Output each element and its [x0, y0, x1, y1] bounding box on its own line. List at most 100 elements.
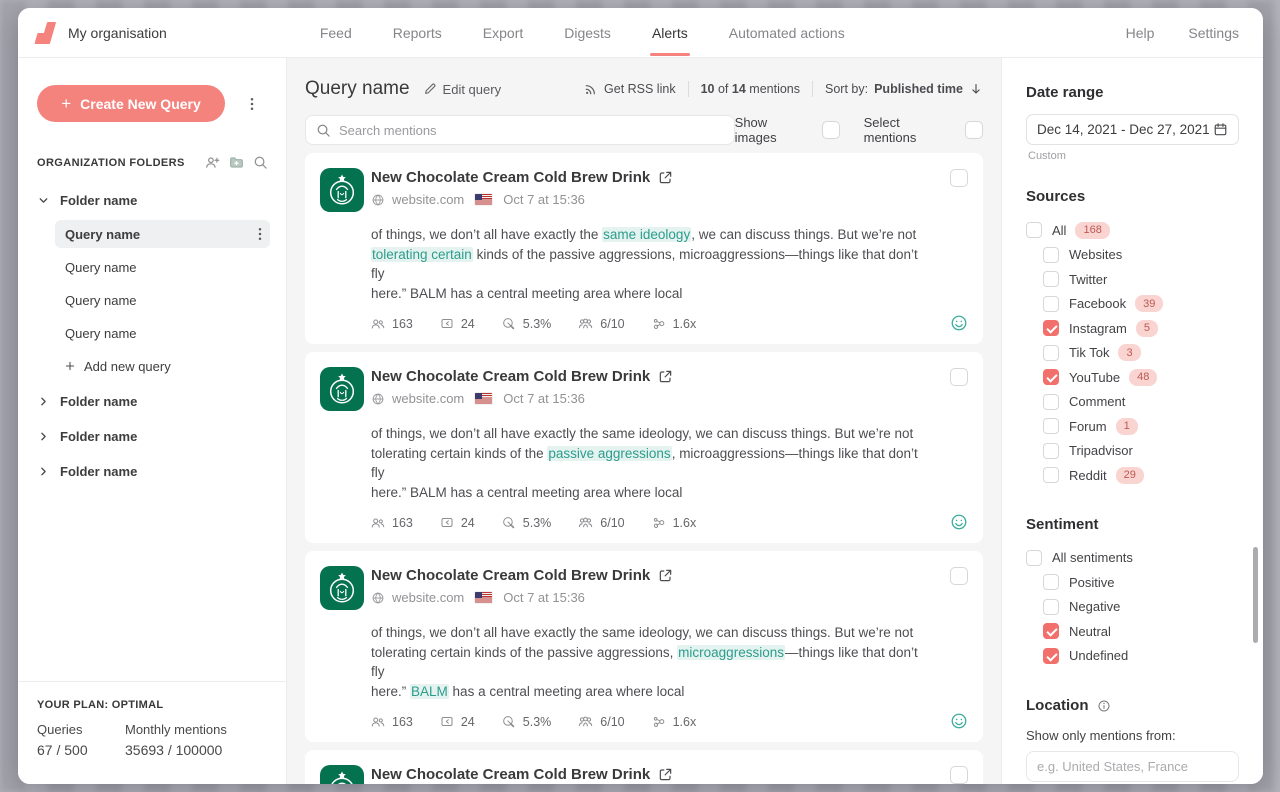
external-link-icon[interactable] — [658, 170, 673, 185]
source-reddit[interactable]: Reddit29 — [1026, 463, 1239, 488]
external-link-icon[interactable] — [658, 568, 673, 583]
folder-row-2[interactable]: Folder name — [37, 387, 268, 415]
sentiment-checkbox-neutral[interactable] — [1043, 623, 1059, 639]
source-checkbox-tripadvisor[interactable] — [1043, 443, 1059, 459]
show-images-checkbox[interactable] — [822, 121, 840, 139]
mention-card-top: New Chocolate Cream Cold Brew Drinkwebsi… — [320, 765, 968, 784]
select-mentions-checkbox[interactable] — [965, 121, 983, 139]
sentiment-positive[interactable]: Positive — [1026, 570, 1239, 595]
add-new-query-button[interactable]: Add new query — [37, 352, 268, 380]
source-websites[interactable]: Websites — [1026, 243, 1239, 268]
nav-tab-alerts[interactable]: Alerts — [650, 10, 690, 56]
external-link-icon[interactable] — [658, 767, 673, 782]
sort-by-control[interactable]: Sort by: Published time — [825, 82, 983, 96]
source-checkbox-reddit[interactable] — [1043, 467, 1059, 483]
nav-tab-export[interactable]: Export — [481, 10, 525, 56]
mention-source[interactable]: website.com — [392, 590, 464, 605]
search-mentions-input[interactable] — [339, 123, 724, 138]
mention-select-checkbox[interactable] — [950, 567, 968, 585]
mention-title[interactable]: New Chocolate Cream Cold Brew Drink — [371, 766, 650, 783]
mention-select-checkbox[interactable] — [950, 169, 968, 187]
stat-comments-value: 24 — [461, 317, 475, 331]
mention-title[interactable]: New Chocolate Cream Cold Brew Drink — [371, 368, 650, 385]
folder-row-3[interactable]: Folder name — [37, 422, 268, 450]
sentiment-smiley-icon[interactable] — [950, 712, 968, 730]
get-rss-link-button[interactable]: Get RSS link — [584, 82, 676, 96]
date-range-mode: Custom — [1028, 150, 1239, 162]
app-logo-icon[interactable] — [35, 21, 57, 45]
source-comment[interactable]: Comment — [1026, 390, 1239, 415]
mention-select-checkbox[interactable] — [950, 766, 968, 784]
text-segment: here.” BALM has a central meeting area w… — [371, 286, 682, 301]
add-folder-icon[interactable] — [229, 155, 244, 170]
info-icon[interactable] — [1097, 699, 1111, 713]
audience-icon — [371, 715, 385, 729]
sidebar-kebab-menu-icon[interactable] — [244, 96, 260, 112]
search-folders-icon[interactable] — [253, 155, 268, 170]
location-include-input[interactable] — [1037, 759, 1228, 774]
sentiment-all-sentiments[interactable]: All sentiments — [1026, 546, 1239, 571]
sentiment-checkbox-negative[interactable] — [1043, 599, 1059, 615]
source-instagram[interactable]: Instagram5 — [1026, 316, 1239, 341]
nav-tab-digests[interactable]: Digests — [562, 10, 613, 56]
query-row-2[interactable]: Query name — [37, 253, 268, 281]
highlighted-keyword: tolerating certain — [371, 247, 473, 262]
date-range-input[interactable]: Dec 14, 2021 - Dec 27, 2021 — [1026, 114, 1239, 145]
folder-label: Folder name — [60, 394, 137, 409]
source-checkbox-websites[interactable] — [1043, 247, 1059, 263]
source-youtube[interactable]: YouTube48 — [1026, 365, 1239, 390]
create-new-query-button[interactable]: + Create New Query — [37, 85, 225, 122]
source-forum[interactable]: Forum1 — [1026, 414, 1239, 439]
organisation-name[interactable]: My organisation — [68, 25, 167, 41]
nav-link-settings[interactable]: Settings — [1188, 10, 1239, 56]
folder-row-4[interactable]: Folder name — [37, 457, 268, 485]
stat-comments: 24 — [440, 317, 475, 331]
sentiment-undefined[interactable]: Undefined — [1026, 644, 1239, 669]
sentiment-smiley-icon[interactable] — [950, 513, 968, 531]
query-kebab-menu-icon[interactable] — [252, 226, 268, 242]
select-mentions-toggle[interactable]: Select mentions — [864, 115, 983, 145]
nav-link-help[interactable]: Help — [1126, 10, 1155, 56]
source-all[interactable]: All168 — [1026, 218, 1239, 243]
source-checkbox-forum[interactable] — [1043, 418, 1059, 434]
sentiment-smiley-icon[interactable] — [950, 314, 968, 332]
query-row-3[interactable]: Query name — [37, 286, 268, 314]
source-checkbox-tik-tok[interactable] — [1043, 345, 1059, 361]
mention-title[interactable]: New Chocolate Cream Cold Brew Drink — [371, 169, 650, 186]
source-checkbox-facebook[interactable] — [1043, 296, 1059, 312]
mention-source[interactable]: website.com — [392, 192, 464, 207]
mention-select-checkbox[interactable] — [950, 368, 968, 386]
sentiment-checkbox-all-sentiments[interactable] — [1026, 550, 1042, 566]
folder-row-1[interactable]: Folder name — [37, 186, 268, 214]
add-user-icon[interactable] — [205, 155, 220, 170]
source-tripadvisor[interactable]: Tripadvisor — [1026, 439, 1239, 464]
mention-title[interactable]: New Chocolate Cream Cold Brew Drink — [371, 567, 650, 584]
nav-tab-reports[interactable]: Reports — [391, 10, 444, 56]
nav-tab-feed[interactable]: Feed — [318, 10, 354, 56]
source-tik-tok[interactable]: Tik Tok3 — [1026, 341, 1239, 366]
show-images-toggle[interactable]: Show images — [735, 115, 840, 145]
filters-scrollbar[interactable] — [1253, 547, 1258, 643]
source-twitter[interactable]: Twitter — [1026, 267, 1239, 292]
source-facebook[interactable]: Facebook39 — [1026, 292, 1239, 317]
sort-by-value: Published time — [874, 82, 963, 96]
query-row-1-selected[interactable]: Query name — [55, 220, 270, 248]
sentiment-neutral[interactable]: Neutral — [1026, 619, 1239, 644]
source-checkbox-all[interactable] — [1026, 222, 1042, 238]
query-row-4[interactable]: Query name — [37, 319, 268, 347]
sentiment-checkbox-positive[interactable] — [1043, 574, 1059, 590]
source-checkbox-comment[interactable] — [1043, 394, 1059, 410]
source-checkbox-youtube[interactable] — [1043, 369, 1059, 385]
mention-source[interactable]: website.com — [392, 391, 464, 406]
external-link-icon[interactable] — [658, 369, 673, 384]
plan-queries-value: 67 / 500 — [37, 742, 125, 758]
source-checkbox-instagram[interactable] — [1043, 320, 1059, 336]
sentiment-negative[interactable]: Negative — [1026, 595, 1239, 620]
edit-query-button[interactable]: Edit query — [423, 82, 502, 97]
source-checkbox-twitter[interactable] — [1043, 271, 1059, 287]
mention-head: New Chocolate Cream Cold Brew Drink websi… — [371, 566, 673, 610]
location-show-label: Show only mentions from: — [1026, 728, 1239, 743]
highlighted-keyword: microaggressions — [677, 645, 785, 660]
sentiment-checkbox-undefined[interactable] — [1043, 648, 1059, 664]
nav-tab-automated-actions[interactable]: Automated actions — [727, 10, 847, 56]
